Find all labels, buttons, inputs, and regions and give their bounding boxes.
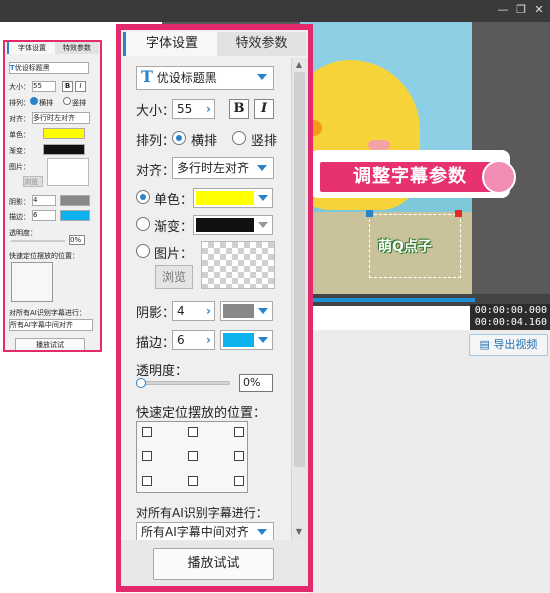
scroll-up-icon[interactable]: ▲ [293,59,305,71]
stroke-size-input[interactable]: 6 › [172,330,215,350]
ai-subtitle-label: 对所有AI识别字幕进行： [136,506,268,520]
timecode-display: 00:00:00.000 00:00:04.160 [470,304,550,330]
align-dropdown[interactable]: 多行时左对齐 [172,157,274,179]
delete-icon[interactable] [455,210,462,217]
shadow-color-swatch [223,304,254,318]
opacity-slider[interactable] [138,381,230,385]
minimize-icon[interactable]: — [496,3,510,17]
selection-handle-icon[interactable] [366,210,373,217]
horizontal-radio[interactable] [172,131,186,145]
title-bar [0,0,550,22]
chevron-down-icon [257,529,267,535]
size-label: 大小： [136,104,176,119]
vertical-label: 竖排 [251,134,278,149]
solid-color-swatch [196,191,254,205]
chevron-right-icon: › [206,102,211,116]
ai-subtitle-dropdown[interactable]: 所有AI字幕中间对齐 [136,522,274,542]
timecode-current: 00:00:00.000 [474,305,547,316]
font-family-value: 优设标题黑 [156,71,217,85]
timeline-progress [300,298,475,302]
horizontal-label: 横排 [191,134,218,149]
browse-button[interactable]: 浏览 [155,265,193,289]
flower-icon [482,160,516,194]
preview-title-banner: 调整字幕参数 [318,160,502,194]
position-middle-left[interactable] [142,451,152,461]
stroke-color-swatch [223,333,254,347]
font-icon: T [141,67,153,86]
vertical-radio[interactable] [232,131,246,145]
position-top-right[interactable] [234,427,244,437]
stroke-label: 描边： [136,336,176,351]
image-preview [201,241,275,289]
opacity-slider-thumb[interactable] [136,378,146,388]
bold-button[interactable]: B [229,99,249,119]
position-center[interactable] [188,451,198,461]
stroke-color-picker[interactable] [220,330,273,350]
solid-color-radio[interactable] [136,190,150,204]
solid-color-label: 单色： [154,193,194,208]
settings-panel-thumbnail: 字体设置 特效参数 T优设标题黑 大小： 55 B I 排列： 横排 竖排 对齐… [3,40,102,352]
chevron-down-icon [258,195,268,201]
shadow-color-picker[interactable] [220,301,273,321]
chevron-down-icon [258,308,268,314]
chevron-right-icon: › [206,333,211,347]
export-icon: ▤ [479,338,494,351]
align-label: 对齐： [136,164,176,179]
position-top-left[interactable] [142,427,152,437]
font-family-dropdown[interactable]: T 优设标题黑 [136,66,274,90]
timecode-total: 00:00:04.160 [474,317,547,328]
opacity-label: 透明度： [136,364,189,379]
shadow-size-input[interactable]: 4 › [172,301,215,321]
image-radio[interactable] [136,244,150,258]
scroll-down-icon[interactable]: ▼ [293,526,305,538]
tab-font-settings[interactable]: 字体设置 [123,32,219,56]
font-size-input[interactable]: 55 › [172,99,215,119]
position-bottom-center[interactable] [188,476,198,486]
gradient-radio[interactable] [136,217,150,231]
tab-effect-params[interactable]: 特效参数 [217,32,306,56]
gradient-label: 渐变： [154,220,194,235]
shadow-label: 阴影： [136,306,176,321]
image-label: 图片： [154,247,194,262]
position-bottom-left[interactable] [142,476,152,486]
italic-button[interactable]: I [254,99,274,119]
preview-subtitle-text: 萌Q点子 [378,239,432,255]
opacity-input[interactable]: 0% [239,374,273,392]
chevron-down-icon [257,74,267,80]
position-bottom-right[interactable] [234,476,244,486]
position-middle-right[interactable] [234,451,244,461]
position-top-center[interactable] [188,427,198,437]
arrange-label: 排列： [136,134,176,149]
scrollbar-thumb[interactable] [294,72,305,467]
close-icon[interactable]: ✕ [532,3,546,17]
export-video-button[interactable]: ▤ 导出视频 [469,334,548,356]
gradient-swatch [196,218,254,232]
chevron-down-icon [257,165,267,171]
position-label: 快速定位摆放的位置： [136,406,267,421]
chevron-down-icon [258,337,268,343]
solid-color-picker[interactable] [193,188,273,208]
gradient-picker[interactable] [193,215,273,235]
chevron-down-icon [258,222,268,228]
restore-icon[interactable]: ❐ [514,3,528,17]
chevron-right-icon: › [206,304,211,318]
play-test-button[interactable]: 播放试试 [153,548,274,580]
